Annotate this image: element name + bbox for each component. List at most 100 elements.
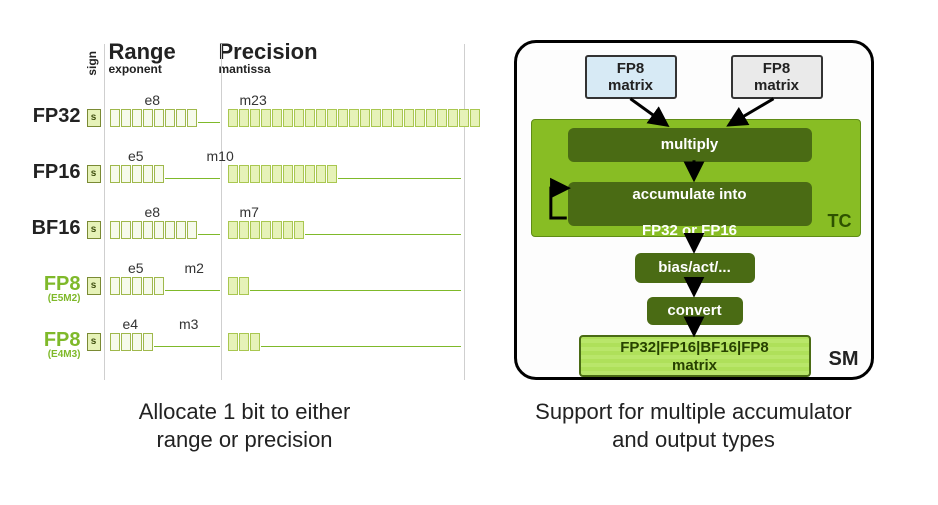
exp-bit [165, 109, 175, 127]
sm-label: SM [829, 348, 859, 371]
exp-bit [154, 221, 164, 239]
man-bit [261, 165, 271, 183]
header-sign: sign [85, 51, 103, 76]
man-bit [228, 109, 238, 127]
exp-bit [143, 277, 153, 295]
exp-label: e8 [145, 92, 161, 108]
man-bit [338, 109, 348, 127]
man-bit [283, 109, 293, 127]
man-bit [261, 109, 271, 127]
sign-bit-icon: s [87, 109, 101, 127]
man-bit [283, 165, 293, 183]
sign-bit-icon: s [87, 277, 101, 295]
man-bit [426, 109, 436, 127]
tail-line [305, 234, 461, 235]
op-convert: convert [647, 297, 743, 325]
format-table: sign Range exponent Precision mantissa F… [25, 40, 465, 380]
man-bit [327, 109, 337, 127]
sign-bit-icon: s [87, 221, 101, 239]
exp-bit [110, 109, 120, 127]
man-bit [239, 165, 249, 183]
man-bit [250, 165, 260, 183]
man-bit [250, 221, 260, 239]
format-row-bf16: BF16e8m7s [25, 202, 465, 248]
exp-bit [110, 277, 120, 295]
format-row-fp8e5m2: FP8(E5M2)e5m2s [25, 258, 465, 304]
tail-line [198, 122, 220, 123]
bit-row: s [87, 164, 461, 184]
man-bit [437, 109, 447, 127]
exp-label: e5 [128, 260, 144, 276]
tail-line [261, 346, 461, 347]
exp-bit [176, 109, 186, 127]
man-bit [470, 109, 480, 127]
man-bit [228, 165, 238, 183]
right-caption-l2: and output types [612, 427, 775, 452]
op-accum-l2: FP32 or FP16 [642, 222, 737, 239]
exp-bit [143, 221, 153, 239]
format-name: FP8(E4M3) [17, 331, 81, 360]
left-panel: sign Range exponent Precision mantissa F… [20, 20, 469, 505]
man-bit [294, 109, 304, 127]
tail-line [250, 290, 461, 291]
output-l2: matrix [672, 357, 717, 374]
exp-bit [154, 165, 164, 183]
column-headers: sign Range exponent Precision mantissa [85, 40, 449, 76]
exp-bit [132, 109, 142, 127]
man-bit [415, 109, 425, 127]
format-name: FP16 [17, 163, 81, 182]
output-matrix: FP32|FP16|BF16|FP8 matrix [579, 335, 811, 377]
exp-bit [110, 221, 120, 239]
bit-row: s [87, 276, 461, 296]
man-bit [393, 109, 403, 127]
man-bit [349, 109, 359, 127]
exp-bit [132, 221, 142, 239]
sign-bit-icon: s [87, 333, 101, 351]
format-name: BF16 [17, 219, 81, 238]
man-label: m7 [240, 204, 259, 220]
header-precision: Precision mantissa [219, 40, 449, 76]
exp-bit [165, 221, 175, 239]
tc-box: multiply accumulate into FP32 or FP16 TC [531, 119, 861, 237]
man-bit [371, 109, 381, 127]
man-bit [305, 109, 315, 127]
exp-bit [143, 165, 153, 183]
exp-bit [187, 109, 197, 127]
man-bit [272, 221, 282, 239]
left-caption-l1: Allocate 1 bit to either [139, 399, 351, 424]
header-prec-small: mantissa [219, 63, 449, 76]
man-bit [327, 165, 337, 183]
man-label: m10 [207, 148, 234, 164]
exp-bit [121, 333, 131, 351]
op-accum-text: accumulate into FP32 or FP16 [632, 168, 746, 240]
exp-bit [132, 165, 142, 183]
man-bit [316, 165, 326, 183]
man-bit [239, 333, 249, 351]
man-bit [228, 333, 238, 351]
right-panel: FP8 matrix FP8 matrix multiply accumulat… [469, 20, 918, 505]
man-bit [404, 109, 414, 127]
man-bit [228, 221, 238, 239]
right-caption-l1: Support for multiple accumulator [535, 399, 852, 424]
exp-bit [110, 165, 120, 183]
man-bit [448, 109, 458, 127]
page: sign Range exponent Precision mantissa F… [0, 0, 938, 505]
bit-row: s [87, 332, 461, 352]
format-name: FP8(E5M2) [17, 275, 81, 304]
op-multiply: multiply [568, 128, 812, 162]
man-bit [294, 221, 304, 239]
tc-label: TC [828, 211, 852, 232]
exp-bit [187, 221, 197, 239]
exp-bit [176, 221, 186, 239]
man-label: m2 [185, 260, 204, 276]
tail-line [165, 178, 220, 179]
exp-bit [121, 221, 131, 239]
exp-bit [154, 109, 164, 127]
op-multiply-text: multiply [661, 136, 719, 154]
op-accum-l1: accumulate into [632, 186, 746, 203]
header-range: Range exponent [109, 40, 219, 76]
exp-label: e8 [145, 204, 161, 220]
man-bit [459, 109, 469, 127]
left-caption: Allocate 1 bit to either range or precis… [139, 398, 351, 453]
man-bit [239, 221, 249, 239]
